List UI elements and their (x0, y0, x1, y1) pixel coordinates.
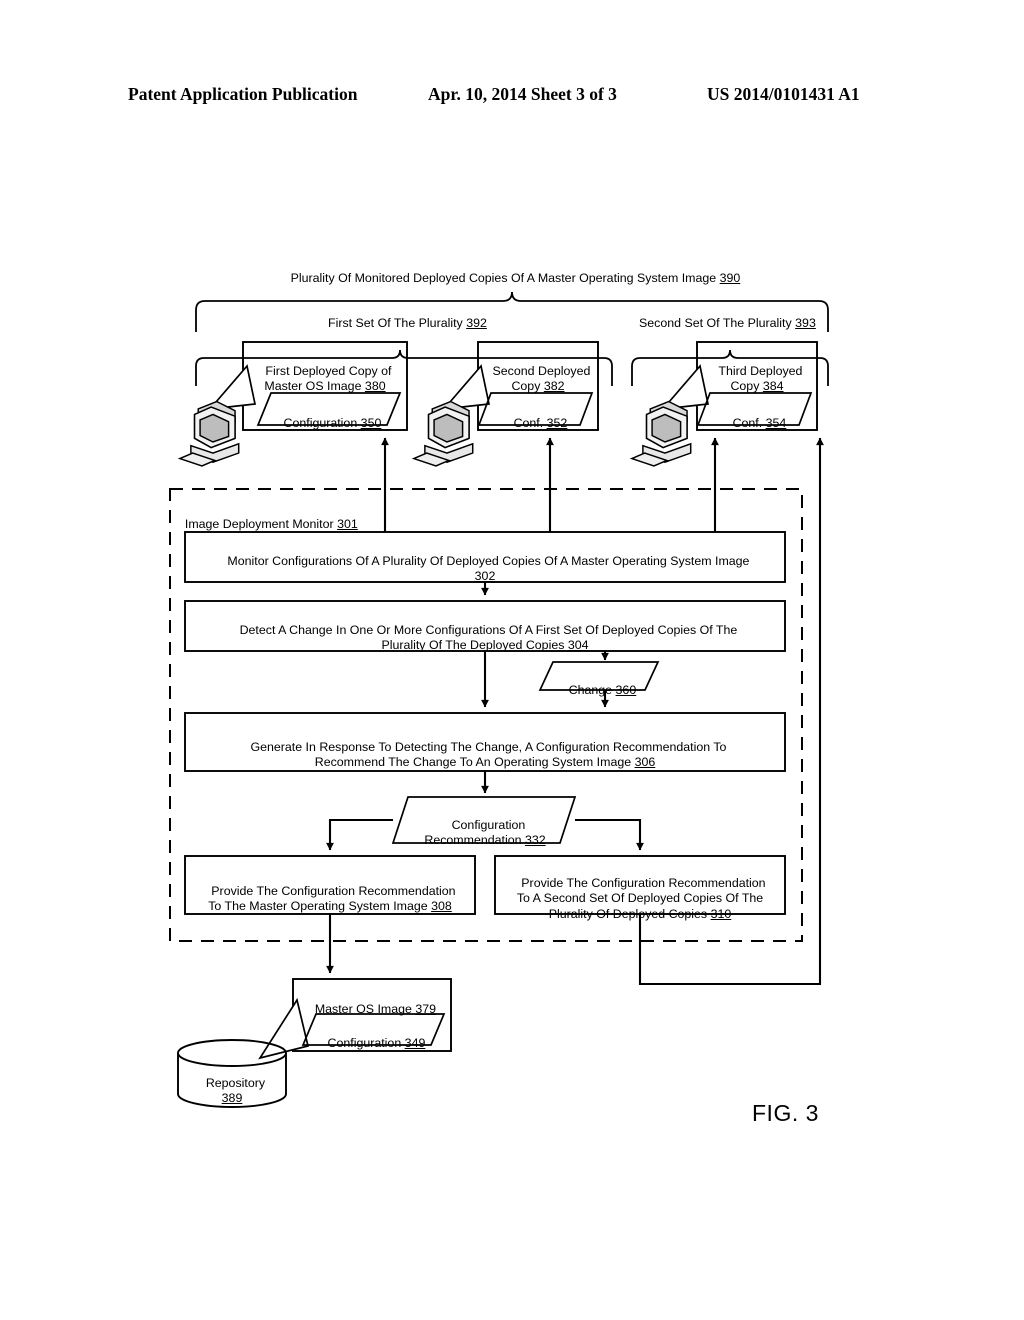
desktop-computer-icon (177, 400, 240, 467)
master-os-image-config: Configuration 349 (327, 1035, 426, 1050)
figure-3-diagram (169, 291, 829, 1108)
ref-389: 389 (221, 1091, 243, 1105)
deployed-copy-2-config: Conf. 352 (513, 415, 568, 430)
process-step-306: Generate In Response To Detecting The Ch… (250, 739, 727, 770)
image-deployment-monitor-title: Image Deployment Monitor 301 (184, 516, 358, 531)
ref-390: 390 (719, 270, 741, 285)
ref-393: 393 (795, 315, 816, 330)
ref-360: 360 (615, 682, 637, 697)
deployed-copy-3-config: Conf. 354 (732, 415, 787, 430)
repository-label: Repository 389 (205, 1075, 266, 1106)
ref-332: 332 (524, 833, 546, 847)
process-step-302: Monitor Configurations Of A Plurality Of… (227, 553, 750, 584)
ref-304: 304 (567, 638, 589, 652)
figure-label: FIG. 3 (752, 1100, 819, 1126)
brace-label-second-set: Second Set Of The Plurality 393 (639, 315, 816, 330)
data-configuration-recommendation-332: Configuration Recommendation 332 (424, 817, 546, 848)
deployed-copy-3-title: Third Deployed Copy 384 (718, 363, 803, 394)
deployed-copy-1-config: Configuration 350 (283, 415, 382, 430)
deployed-copy-2-title: Second Deployed Copy 382 (492, 363, 591, 394)
master-os-image-title: Master OS Image 379 (314, 1001, 437, 1016)
process-step-308: Provide The Configuration Recommendation… (208, 883, 456, 914)
process-step-304: Detect A Change In One Or More Configura… (239, 622, 738, 653)
desktop-computer-icon (629, 400, 692, 467)
ref-310: 310 (710, 906, 732, 921)
ref-382: 382 (543, 379, 565, 393)
ref-354: 354 (765, 415, 787, 430)
ref-352: 352 (546, 415, 568, 430)
ref-302: 302 (474, 569, 496, 583)
ref-349: 349 (404, 1035, 426, 1050)
ref-380: 380 (364, 379, 386, 393)
data-change-360: Change 360 (568, 682, 637, 697)
brace-label-plurality: Plurality Of Monitored Deployed Copies O… (290, 270, 741, 285)
ref-384: 384 (762, 379, 784, 393)
ref-308: 308 (431, 899, 452, 913)
desktop-computer-icon (411, 400, 474, 467)
process-step-310: Provide The Configuration Recommendation… (516, 875, 766, 921)
ref-306: 306 (634, 755, 656, 769)
ref-301: 301 (337, 516, 358, 531)
ref-379: 379 (415, 1001, 437, 1016)
ref-350: 350 (360, 415, 382, 430)
deployed-copy-1-title: First Deployed Copy of Master OS Image 3… (264, 363, 392, 394)
brace-label-first-set: First Set Of The Plurality 392 (328, 315, 487, 330)
ref-392: 392 (466, 315, 487, 330)
